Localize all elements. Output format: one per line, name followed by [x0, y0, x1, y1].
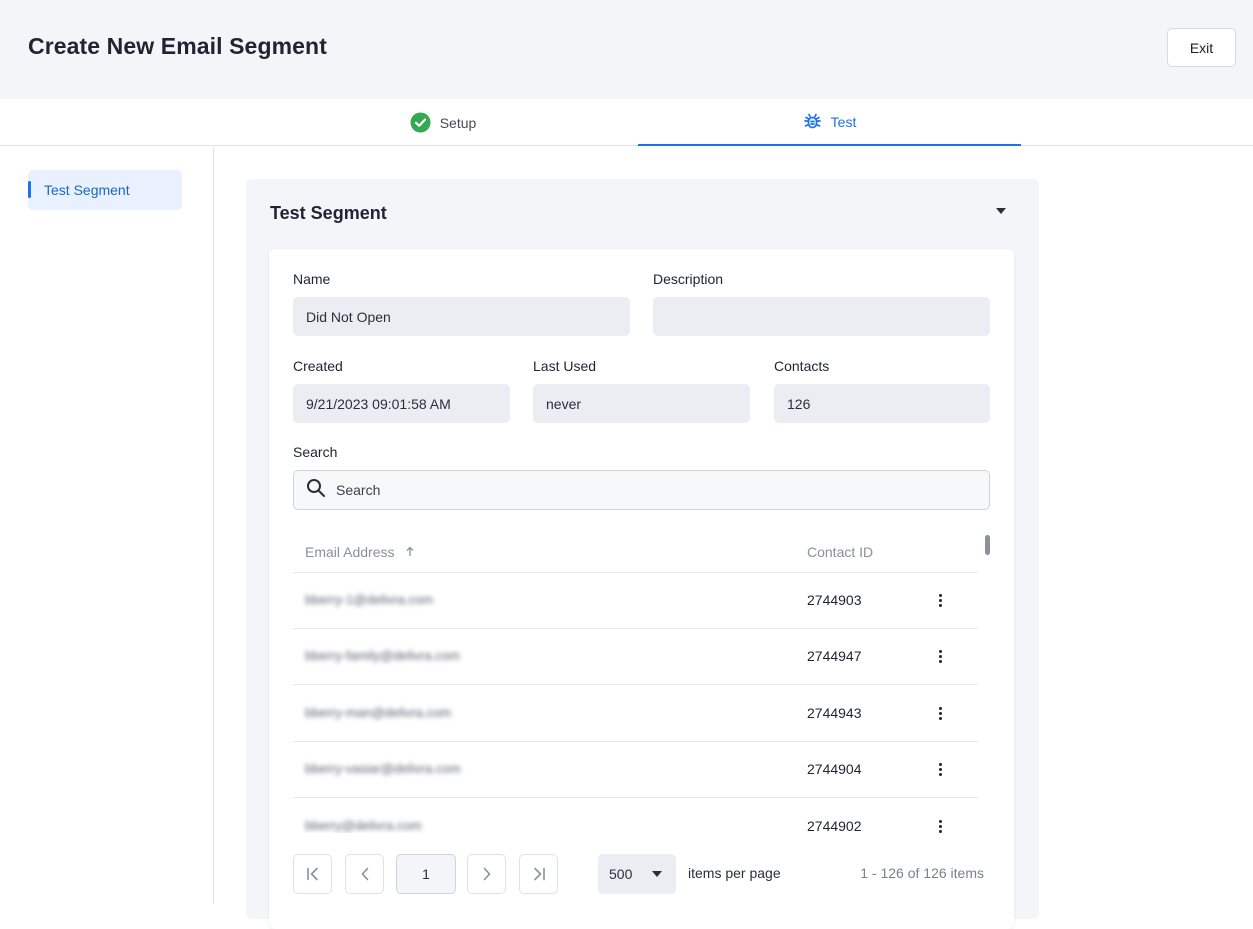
contact-id-cell: 2744947	[807, 648, 862, 664]
table-scrollbar[interactable]	[985, 535, 990, 555]
page-size-label: items per page	[688, 865, 781, 881]
page-title: Create New Email Segment	[28, 33, 327, 59]
contact-id-cell: 2744904	[807, 761, 862, 777]
email-cell: bberry-man@delivra.com	[305, 705, 452, 720]
search-icon	[306, 478, 326, 503]
page-size-select[interactable]: 500	[598, 854, 676, 894]
last-used-label: Last Used	[533, 358, 597, 374]
email-cell: bberry-1@delivra.com	[305, 592, 434, 607]
description-label: Description	[653, 271, 724, 287]
sidebar: Test Segment	[0, 147, 214, 904]
search-box[interactable]	[293, 470, 990, 510]
contact-id-cell: 2744902	[807, 818, 862, 833]
row-menu-icon[interactable]	[933, 815, 947, 833]
name-field[interactable]: Did Not Open	[293, 297, 630, 336]
table-row[interactable]: bberry-family@delivra.com 2744947	[293, 629, 978, 685]
pagination-info: 1 - 126 of 126 items	[860, 865, 984, 881]
created-field: 9/21/2023 09:01:58 AM	[293, 384, 510, 423]
row-menu-icon[interactable]	[933, 758, 947, 780]
created-label: Created	[293, 358, 343, 374]
row-menu-icon[interactable]	[933, 589, 947, 611]
contacts-label: Contacts	[774, 358, 830, 374]
table-row[interactable]: bberry@delivra.com 2744902	[293, 799, 978, 833]
email-cell: bberry-vasiar@delivra.com	[305, 761, 461, 776]
sidebar-item-test-segment[interactable]: Test Segment	[28, 170, 182, 210]
tab-test-label: Test	[830, 113, 857, 130]
table-row[interactable]: bberry-vasiar@delivra.com 2744904	[293, 742, 978, 798]
email-cell: bberry@delivra.com	[305, 818, 422, 833]
exit-button[interactable]: Exit	[1167, 28, 1236, 67]
pagination: 1 500 items per page 1 - 126 of 126 item…	[293, 854, 990, 894]
next-page-button[interactable]	[467, 854, 506, 894]
collapse-caret-icon[interactable]	[996, 208, 1006, 214]
chevron-down-icon	[652, 871, 662, 877]
step-tabs: Setup Test	[0, 99, 1253, 146]
contact-id-cell: 2744943	[807, 705, 862, 721]
tab-test[interactable]: Test	[638, 99, 1021, 146]
search-input[interactable]	[336, 482, 936, 498]
contacts-field: 126	[774, 384, 990, 423]
name-label: Name	[293, 271, 331, 287]
check-circle-icon	[410, 112, 431, 133]
panel-title: Test Segment	[270, 203, 387, 223]
first-page-button[interactable]	[293, 854, 332, 894]
page-number-input[interactable]: 1	[396, 854, 456, 894]
column-header-contact-id[interactable]: Contact ID	[807, 544, 873, 560]
contacts-table: Email Address Contact ID bberry-1@delivr…	[293, 533, 978, 833]
last-used-field: never	[533, 384, 750, 423]
table-row[interactable]: bberry-1@delivra.com 2744903	[293, 573, 978, 629]
table-header: Email Address Contact ID	[293, 533, 978, 573]
contact-id-cell: 2744903	[807, 592, 862, 608]
row-menu-icon[interactable]	[933, 645, 947, 667]
description-field[interactable]	[653, 297, 990, 336]
tab-setup[interactable]: Setup	[248, 99, 638, 146]
segment-details-card: Name Did Not Open Description Created 9/…	[269, 249, 1014, 929]
test-segment-panel: Test Segment Name Did Not Open Descripti…	[246, 179, 1039, 929]
column-header-email[interactable]: Email Address	[305, 544, 414, 560]
table-row[interactable]: bberry-man@delivra.com 2744943	[293, 686, 978, 742]
previous-page-button[interactable]	[345, 854, 384, 894]
tab-setup-label: Setup	[439, 114, 477, 131]
bug-icon	[803, 112, 822, 131]
search-label: Search	[293, 444, 338, 460]
row-menu-icon[interactable]	[933, 702, 947, 724]
sort-ascending-icon	[402, 544, 414, 560]
last-page-button[interactable]	[519, 854, 558, 894]
page-header: Create New Email Segment Exit	[0, 0, 1253, 99]
email-cell: bberry-family@delivra.com	[305, 648, 460, 663]
